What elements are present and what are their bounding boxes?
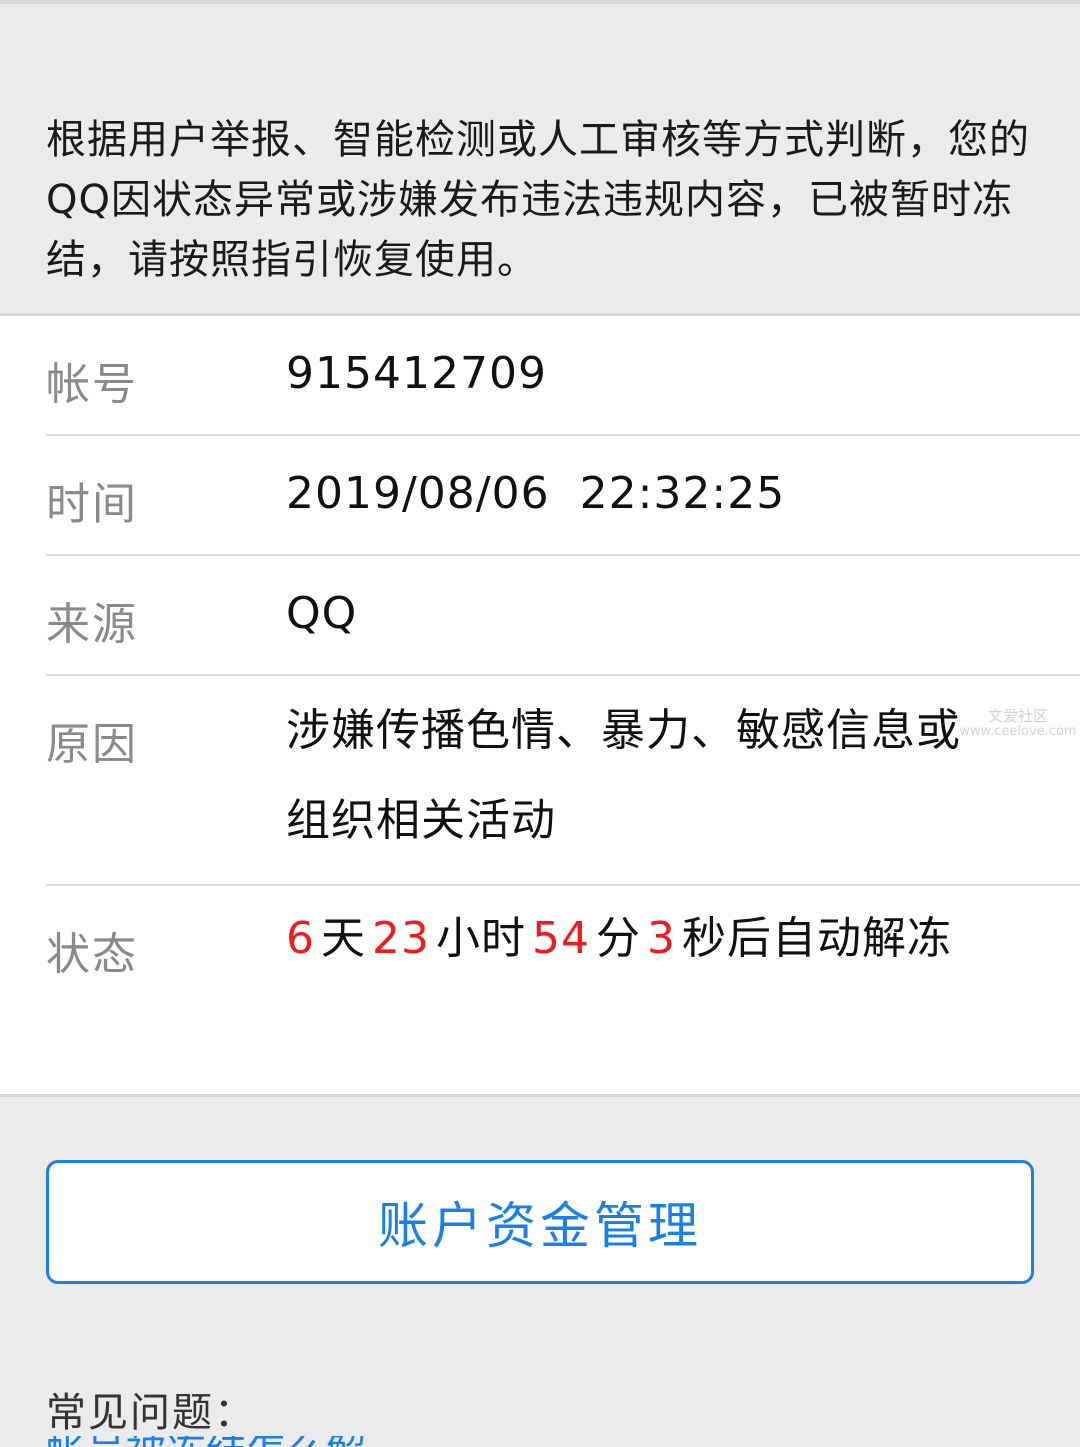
countdown-hours: 23 (372, 913, 430, 964)
countdown-seconds-suffix: 秒后自动解冻 (682, 913, 952, 964)
countdown-minutes: 54 (532, 913, 590, 964)
faq-first-link[interactable]: 帐号被冻结怎么解冻 (46, 1436, 386, 1447)
faq-title: 常见问题： (46, 1390, 256, 1436)
top-border (0, 0, 1080, 4)
countdown-seconds: 3 (647, 913, 676, 964)
countdown-hours-unit: 小时 (436, 913, 526, 964)
source-value: QQ (286, 588, 358, 639)
account-label: 帐号 (46, 359, 138, 410)
site-watermark: 文爱社区 www.ceelove.com (958, 708, 1078, 740)
unfreeze-countdown: 6 天 23 小时 54 分 3 秒后自动解冻 (280, 894, 960, 984)
status-row: 状态 6 天 23 小时 54 分 3 秒后自动解冻 (46, 886, 1080, 1094)
faq-first-link-label: 帐号被冻结怎么解冻 (46, 1436, 386, 1447)
reason-value: 涉嫌传播色情、暴力、敏感信息或组织相关活动 (286, 705, 961, 846)
watermark-url: www.ceelove.com (959, 724, 1077, 739)
countdown-days: 6 (286, 913, 315, 964)
reason-label: 原因 (46, 719, 138, 770)
source-label: 来源 (46, 599, 138, 650)
watermark-title: 文爱社区 (987, 707, 1048, 725)
status-label: 状态 (46, 929, 138, 980)
fund-button-label: 账户资金管理 (378, 1197, 702, 1255)
reason-row: 原因 涉嫌传播色情、暴力、敏感信息或组织相关活动 (46, 676, 1080, 886)
time-value: 2019/08/06 22:32:25 (286, 468, 786, 519)
countdown-minutes-unit: 分 (596, 913, 641, 964)
account-value: 915412709 (286, 348, 547, 399)
time-label: 时间 (46, 479, 138, 530)
time-row: 时间 2019/08/06 22:32:25 (46, 436, 1080, 556)
account-fund-management-button[interactable]: 账户资金管理 (46, 1160, 1034, 1284)
freeze-notice-text: 根据用户举报、智能检测或人工审核等方式判断，您的QQ因状态异常或涉嫌发布违法违规… (46, 117, 1030, 283)
countdown-days-unit: 天 (321, 913, 366, 964)
account-row: 帐号 915412709 (46, 316, 1080, 436)
source-row: 来源 QQ (46, 556, 1080, 676)
account-info-card: 帐号 915412709 时间 2019/08/06 22:32:25 来源 Q… (0, 313, 1080, 1097)
